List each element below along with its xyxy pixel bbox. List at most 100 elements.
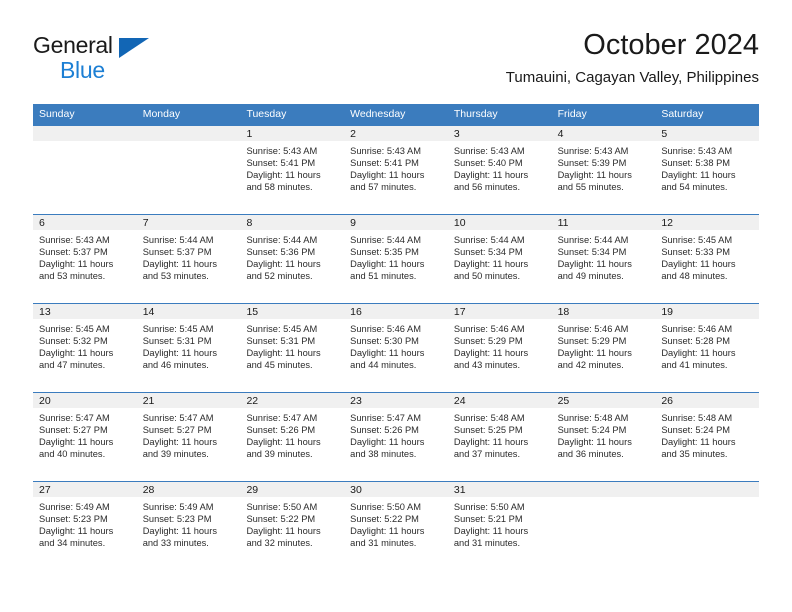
calendar-day-cell[interactable]: 17 Sunrise: 5:46 AM Sunset: 5:29 PM Dayligh… — [447, 303, 552, 392]
calendar-day-cell[interactable]: 19 Sunrise: 5:46 AM Sunset: 5:28 PM Dayligh… — [655, 303, 760, 392]
sunrise-text: Sunrise: 5:45 AM — [142, 324, 214, 334]
sunrise-text: Sunrise: 5:44 AM — [142, 235, 214, 245]
sunset-text: Sunset: 5:32 PM — [39, 336, 108, 347]
weekday-header-friday: Friday — [557, 108, 587, 120]
calendar-day-cell[interactable]: 16 Sunrise: 5:46 AM Sunset: 5:30 PM Dayligh… — [344, 303, 448, 392]
sunrise-text: Sunrise: 5:47 AM — [350, 413, 421, 423]
sunset-text: Sunset: 5:25 PM — [453, 425, 523, 436]
calendar-day-cell[interactable]: 2 Sunrise: 5:43 AM Sunset: 5:41 PM Daylight… — [344, 125, 448, 214]
day-number-band — [551, 126, 656, 142]
day-number-band — [447, 126, 552, 142]
calendar-day-cell[interactable]: 14 Sunrise: 5:45 AM Sunset: 5:31 PM Dayligh… — [136, 303, 241, 392]
calendar-day-cell[interactable]: 8 Sunrise: 5:44 AM Sunset: 5:36 PM Daylight… — [240, 214, 345, 303]
sunset-text: Sunset: 5:29 PM — [453, 336, 523, 347]
daylight-text-line1: Daylight: 11 hours — [661, 170, 736, 181]
sunset-text: Sunset: 5:39 PM — [557, 158, 627, 169]
day-info: Sunrise: 5:46 AM Sunset: 5:29 PM Daylight:… — [448, 320, 552, 371]
calendar-day-cell[interactable]: 25 Sunrise: 5:48 AM Sunset: 5:24 PM Dayligh… — [551, 392, 656, 481]
calendar-day-cell-empty — [33, 125, 137, 214]
sunrise-text: Sunrise: 5:49 AM — [142, 502, 214, 512]
day-info: Sunrise: 5:50 AM Sunset: 5:22 PM Daylight:… — [240, 498, 344, 549]
day-info: Sunrise: 5:48 AM Sunset: 5:25 PM Daylight:… — [448, 409, 552, 460]
daylight-text-line1: Daylight: 11 hours — [453, 526, 529, 537]
page-header: General Blue October 2024 Tumauini, Caga… — [33, 28, 759, 98]
day-number: 29 — [246, 484, 259, 496]
calendar-week-row: 20 Sunrise: 5:47 AM Sunset: 5:27 PM Dayligh… — [33, 392, 760, 481]
sunset-text: Sunset: 5:24 PM — [661, 425, 731, 436]
calendar-day-cell[interactable]: 5 Sunrise: 5:43 AM Sunset: 5:38 PM Daylight… — [655, 125, 760, 214]
day-number: 26 — [661, 395, 673, 407]
day-number: 17 — [453, 306, 466, 318]
calendar-day-cell[interactable]: 24 Sunrise: 5:48 AM Sunset: 5:25 PM Dayligh… — [447, 392, 552, 481]
calendar-day-cell-empty — [551, 481, 656, 570]
day-info: Sunrise: 5:45 AM Sunset: 5:32 PM Daylight:… — [33, 320, 137, 371]
day-number-band — [136, 215, 241, 231]
calendar-day-cell[interactable]: 6 Sunrise: 5:43 AM Sunset: 5:37 PM Daylight… — [33, 214, 137, 303]
sunrise-text: Sunrise: 5:46 AM — [557, 324, 629, 334]
day-info: Sunrise: 5:43 AM Sunset: 5:41 PM Daylight:… — [240, 142, 344, 193]
calendar-day-cell[interactable]: 11 Sunrise: 5:44 AM Sunset: 5:34 PM Dayligh… — [551, 214, 656, 303]
daylight-text-line2: and 46 minutes. — [142, 360, 209, 371]
generalblue-logo: General Blue — [33, 32, 153, 88]
calendar-day-cell[interactable]: 21 Sunrise: 5:47 AM Sunset: 5:27 PM Dayligh… — [136, 392, 241, 481]
calendar-week-row: 1 Sunrise: 5:43 AM Sunset: 5:41 PM Daylight… — [33, 125, 760, 214]
daylight-text-line1: Daylight: 11 hours — [350, 437, 425, 448]
calendar-day-cell[interactable]: 4 Sunrise: 5:43 AM Sunset: 5:39 PM Daylight… — [551, 125, 656, 214]
day-number: 7 — [142, 217, 149, 229]
day-info: Sunrise: 5:44 AM Sunset: 5:34 PM Daylight:… — [552, 231, 656, 282]
daylight-text-line2: and 53 minutes. — [39, 271, 106, 282]
daylight-text-line2: and 53 minutes. — [142, 271, 209, 282]
calendar-day-cell[interactable]: 1 Sunrise: 5:43 AM Sunset: 5:41 PM Daylight… — [240, 125, 345, 214]
sunrise-text: Sunrise: 5:46 AM — [453, 324, 525, 334]
calendar-day-cell[interactable]: 13 Sunrise: 5:45 AM Sunset: 5:32 PM Dayligh… — [33, 303, 137, 392]
calendar-day-cell[interactable]: 22 Sunrise: 5:47 AM Sunset: 5:26 PM Dayligh… — [240, 392, 345, 481]
calendar-day-cell[interactable]: 18 Sunrise: 5:46 AM Sunset: 5:29 PM Dayligh… — [551, 303, 656, 392]
calendar-day-cell[interactable]: 15 Sunrise: 5:45 AM Sunset: 5:31 PM Dayligh… — [240, 303, 345, 392]
daylight-text-line1: Daylight: 11 hours — [246, 437, 321, 448]
daylight-text-line1: Daylight: 11 hours — [453, 259, 529, 270]
calendar-day-cell[interactable]: 31 Sunrise: 5:50 AM Sunset: 5:21 PM Dayligh… — [447, 481, 552, 570]
daylight-text-line2: and 55 minutes. — [557, 182, 624, 193]
day-number: 23 — [350, 395, 362, 407]
calendar-day-cell[interactable]: 7 Sunrise: 5:44 AM Sunset: 5:37 PM Daylight… — [136, 214, 241, 303]
day-info: Sunrise: 5:44 AM Sunset: 5:34 PM Daylight:… — [448, 231, 552, 282]
daylight-text-line2: and 36 minutes. — [557, 449, 624, 460]
day-info: Sunrise: 5:46 AM Sunset: 5:29 PM Daylight:… — [552, 320, 656, 371]
sunset-text: Sunset: 5:26 PM — [350, 425, 419, 436]
day-number: 31 — [453, 484, 466, 496]
daylight-text-line1: Daylight: 11 hours — [39, 437, 114, 448]
daylight-text-line1: Daylight: 11 hours — [453, 170, 529, 181]
daylight-text-line2: and 48 minutes. — [661, 271, 728, 282]
sunrise-text: Sunrise: 5:44 AM — [246, 235, 318, 245]
day-number: 1 — [246, 128, 253, 140]
calendar-day-cell[interactable]: 29 Sunrise: 5:50 AM Sunset: 5:22 PM Dayligh… — [240, 481, 345, 570]
calendar-day-cell[interactable]: 12 Sunrise: 5:45 AM Sunset: 5:33 PM Dayligh… — [655, 214, 760, 303]
daylight-text-line2: and 43 minutes. — [453, 360, 521, 371]
daylight-text-line1: Daylight: 11 hours — [453, 437, 529, 448]
calendar-day-cell[interactable]: 27 Sunrise: 5:49 AM Sunset: 5:23 PM Dayligh… — [33, 481, 137, 570]
calendar-day-cell[interactable]: 9 Sunrise: 5:44 AM Sunset: 5:35 PM Daylight… — [344, 214, 448, 303]
calendar-day-cell[interactable]: 26 Sunrise: 5:48 AM Sunset: 5:24 PM Dayligh… — [655, 392, 760, 481]
sunset-text: Sunset: 5:24 PM — [557, 425, 627, 436]
day-number: 18 — [557, 306, 570, 318]
daylight-text-line1: Daylight: 11 hours — [557, 437, 632, 448]
sunrise-text: Sunrise: 5:43 AM — [350, 146, 421, 156]
logo-text-blue: Blue — [60, 57, 105, 83]
calendar-day-cell[interactable]: 23 Sunrise: 5:47 AM Sunset: 5:26 PM Dayligh… — [344, 392, 448, 481]
day-info: Sunrise: 5:46 AM Sunset: 5:28 PM Daylight:… — [655, 320, 759, 371]
day-number-band — [344, 126, 448, 142]
sunrise-text: Sunrise: 5:48 AM — [453, 413, 525, 423]
calendar-day-cell[interactable]: 28 Sunrise: 5:49 AM Sunset: 5:23 PM Dayligh… — [136, 481, 241, 570]
day-info: Sunrise: 5:45 AM Sunset: 5:31 PM Daylight:… — [137, 320, 241, 371]
calendar-day-cell[interactable]: 3 Sunrise: 5:43 AM Sunset: 5:40 PM Daylight… — [447, 125, 552, 214]
weekday-header-wednesday: Wednesday — [350, 108, 406, 120]
sunset-text: Sunset: 5:40 PM — [453, 158, 523, 169]
day-number-band — [33, 215, 137, 231]
calendar-day-cell[interactable]: 20 Sunrise: 5:47 AM Sunset: 5:27 PM Dayligh… — [33, 392, 137, 481]
day-info: Sunrise: 5:47 AM Sunset: 5:26 PM Daylight:… — [240, 409, 344, 460]
calendar-day-cell[interactable]: 10 Sunrise: 5:44 AM Sunset: 5:34 PM Dayligh… — [447, 214, 552, 303]
day-info: Sunrise: 5:50 AM Sunset: 5:22 PM Daylight:… — [344, 498, 448, 549]
daylight-text-line2: and 45 minutes. — [246, 360, 313, 371]
calendar-day-cell[interactable]: 30 Sunrise: 5:50 AM Sunset: 5:22 PM Dayligh… — [344, 481, 448, 570]
sunset-text: Sunset: 5:30 PM — [350, 336, 419, 347]
